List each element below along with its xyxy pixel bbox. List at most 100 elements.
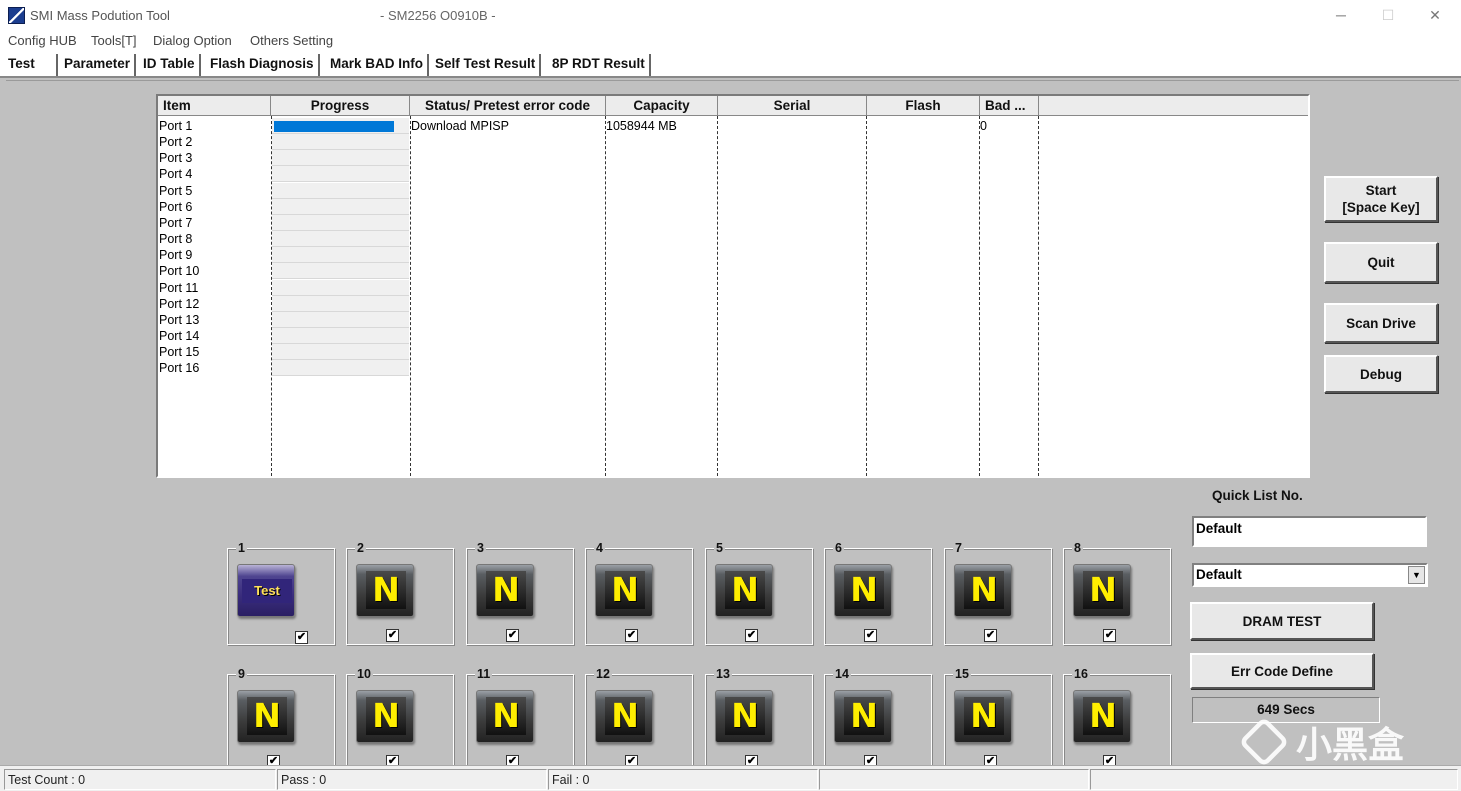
port-enable-checkbox[interactable]: ✔ xyxy=(386,629,399,642)
port-progress-bar xyxy=(272,311,409,328)
dram-test-button[interactable]: DRAM TEST xyxy=(1190,602,1374,640)
port-row-item[interactable]: Port 15 xyxy=(159,344,199,360)
idle-status-icon[interactable]: N xyxy=(954,564,1012,617)
idle-status-icon[interactable]: N xyxy=(715,690,773,743)
port-slot-8[interactable]: 8 N ✔ xyxy=(1063,541,1172,646)
menu-tools[interactable]: Tools[T] xyxy=(91,33,137,48)
menu-others-setting[interactable]: Others Setting xyxy=(250,33,333,48)
port-enable-checkbox[interactable]: ✔ xyxy=(984,629,997,642)
port-slot-14[interactable]: 14 N ✔ xyxy=(824,667,933,772)
close-icon[interactable]: ✕ xyxy=(1425,5,1445,25)
port-row-item[interactable]: Port 10 xyxy=(159,263,199,279)
slot-number: 15 xyxy=(953,667,971,681)
port-slot-3[interactable]: 3 N ✔ xyxy=(466,541,575,646)
idle-status-icon[interactable]: N xyxy=(476,690,534,743)
col-header-item[interactable]: Item xyxy=(158,96,271,116)
test-status-icon[interactable]: Test xyxy=(237,564,295,617)
port-slot-5[interactable]: 5 N ✔ xyxy=(705,541,814,646)
status-panel-empty xyxy=(819,769,1089,790)
port-row-item[interactable]: Port 8 xyxy=(159,231,192,247)
idle-status-icon[interactable]: N xyxy=(1073,690,1131,743)
tab-flash-diagnosis[interactable]: Flash Diagnosis xyxy=(206,54,320,76)
port-slot-12[interactable]: 12 N ✔ xyxy=(585,667,694,772)
idle-status-icon[interactable]: N xyxy=(834,690,892,743)
debug-button[interactable]: Debug xyxy=(1324,355,1438,393)
port-progress-bar xyxy=(272,134,409,151)
col-header-capacity[interactable]: Capacity xyxy=(606,96,718,116)
port-slot-10[interactable]: 10 N ✔ xyxy=(346,667,455,772)
port-row-item[interactable]: Port 7 xyxy=(159,215,192,231)
col-header-flash[interactable]: Flash xyxy=(867,96,980,116)
window-title: SMI Mass Podution Tool xyxy=(30,8,170,23)
port-row-item[interactable]: Port 4 xyxy=(159,166,192,182)
port-enable-checkbox[interactable]: ✔ xyxy=(745,629,758,642)
idle-status-icon[interactable]: N xyxy=(1073,564,1131,617)
scan-drive-button[interactable]: Scan Drive xyxy=(1324,303,1438,343)
menu-config-hub[interactable]: Config HUB xyxy=(8,33,77,48)
tab-self-test-result[interactable]: Self Test Result xyxy=(431,54,542,76)
chevron-down-icon[interactable]: ▼ xyxy=(1408,566,1425,584)
col-header-bad[interactable]: Bad ... xyxy=(980,96,1039,116)
idle-status-icon[interactable]: N xyxy=(715,564,773,617)
tab-test[interactable]: Test xyxy=(4,54,58,76)
tab-id-table[interactable]: ID Table xyxy=(139,54,201,76)
port-enable-checkbox[interactable]: ✔ xyxy=(506,629,519,642)
idle-status-icon[interactable]: N xyxy=(834,564,892,617)
quick-list-select[interactable]: Default ▼ xyxy=(1192,563,1428,587)
port-row-item[interactable]: Port 3 xyxy=(159,150,192,166)
port-row-item[interactable]: Port 5 xyxy=(159,183,192,199)
port-slot-15[interactable]: 15 N ✔ xyxy=(944,667,1053,772)
idle-status-icon[interactable]: N xyxy=(476,564,534,617)
port-row-item[interactable]: Port 1 xyxy=(159,118,192,134)
port-slot-2[interactable]: 2 N ✔ xyxy=(346,541,455,646)
col-header-serial[interactable]: Serial xyxy=(718,96,867,116)
status-icon-label: N xyxy=(366,571,406,609)
idle-status-icon[interactable]: N xyxy=(356,564,414,617)
idle-status-icon[interactable]: N xyxy=(595,564,653,617)
col-header-status[interactable]: Status/ Pretest error code xyxy=(410,96,606,116)
idle-status-icon[interactable]: N xyxy=(237,690,295,743)
port-slot-4[interactable]: 4 N ✔ xyxy=(585,541,694,646)
idle-status-icon[interactable]: N xyxy=(954,690,1012,743)
port-1-status: Download MPISP xyxy=(411,119,509,133)
tab-parameter[interactable]: Parameter xyxy=(60,54,137,76)
status-icon-label: N xyxy=(247,697,287,735)
quick-list-input[interactable]: Default xyxy=(1192,516,1427,547)
quit-button[interactable]: Quit xyxy=(1324,242,1438,283)
maximize-icon[interactable]: ☐ xyxy=(1378,5,1398,25)
quick-list-selected: Default xyxy=(1196,567,1242,582)
port-slot-13[interactable]: 13 N ✔ xyxy=(705,667,814,772)
tab-8p-rdt-result[interactable]: 8P RDT Result xyxy=(548,54,651,76)
port-slot-6[interactable]: 6 N ✔ xyxy=(824,541,933,646)
idle-status-icon[interactable]: N xyxy=(356,690,414,743)
port-slot-11[interactable]: 11 N ✔ xyxy=(466,667,575,772)
status-icon-label: N xyxy=(844,571,884,609)
port-row-item[interactable]: Port 13 xyxy=(159,312,199,328)
err-code-define-button[interactable]: Err Code Define xyxy=(1190,653,1374,689)
port-enable-checkbox[interactable]: ✔ xyxy=(864,629,877,642)
tab-mark-bad-info[interactable]: Mark BAD Info xyxy=(326,54,430,76)
minimize-icon[interactable]: ─ xyxy=(1331,5,1351,25)
port-enable-checkbox[interactable]: ✔ xyxy=(295,631,308,644)
port-row-item[interactable]: Port 12 xyxy=(159,296,199,312)
status-icon-label: N xyxy=(725,571,765,609)
port-slot-7[interactable]: 7 N ✔ xyxy=(944,541,1053,646)
port-row-item[interactable]: Port 9 xyxy=(159,247,192,263)
idle-status-icon[interactable]: N xyxy=(595,690,653,743)
port-row-item[interactable]: Port 6 xyxy=(159,199,192,215)
port-list-grid: Item Progress Status/ Pretest error code… xyxy=(156,94,1310,478)
port-slot-16[interactable]: 16 N ✔ xyxy=(1063,667,1172,772)
port-enable-checkbox[interactable]: ✔ xyxy=(625,629,638,642)
port-progress-bar xyxy=(272,327,409,344)
port-row-item[interactable]: Port 14 xyxy=(159,328,199,344)
fail-count: Fail : 0 xyxy=(548,769,818,790)
port-enable-checkbox[interactable]: ✔ xyxy=(1103,629,1116,642)
port-row-item[interactable]: Port 16 xyxy=(159,360,199,376)
start-button[interactable]: Start [Space Key] xyxy=(1324,176,1438,222)
menu-dialog-option[interactable]: Dialog Option xyxy=(153,33,232,48)
port-row-item[interactable]: Port 11 xyxy=(159,280,198,296)
port-slot-1[interactable]: 1 Test ✔ xyxy=(227,541,336,646)
col-header-progress[interactable]: Progress xyxy=(271,96,410,116)
port-slot-9[interactable]: 9 N ✔ xyxy=(227,667,336,772)
port-row-item[interactable]: Port 2 xyxy=(159,134,192,150)
